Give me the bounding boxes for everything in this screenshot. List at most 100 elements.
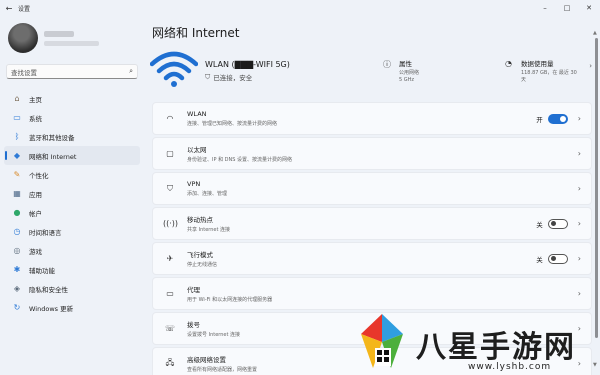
data-usage-icon: ◔ xyxy=(505,59,512,68)
row-subtitle: 身份验证、IP 和 DNS 设置、按流量计费的网络 xyxy=(187,157,293,163)
monitor-icon: ▭ xyxy=(13,112,21,122)
sidebar-item-7[interactable]: ◷ 时间和语言 xyxy=(4,222,140,241)
sidebar-item-0[interactable]: ⌂ 主页 xyxy=(4,89,140,108)
window-title: 设置 xyxy=(18,5,31,13)
row-title: VPN xyxy=(187,180,201,188)
settings-row-0[interactable]: ◠ WLAN 连接、管理已知网络、按流量计费的网络开 › xyxy=(152,102,592,135)
back-arrow-icon[interactable]: ← xyxy=(0,4,18,13)
hotspot-icon: ((·)) xyxy=(163,219,179,228)
sidebar-item-1[interactable]: ▭ 系统 xyxy=(4,108,140,127)
sidebar-item-label: 时间和语言 xyxy=(29,228,62,237)
advanced-network-icon: 🖧 xyxy=(165,357,175,367)
chevron-right-icon: › xyxy=(577,149,581,158)
search-placeholder: 查找设置 xyxy=(11,68,37,77)
row-title: 以太网 xyxy=(187,146,207,154)
sidebar-item-label: 游戏 xyxy=(29,247,42,256)
page-title: 网络和 Internet xyxy=(152,26,240,40)
toggle-label: 关 xyxy=(536,255,543,264)
gamepad-icon: ◎ xyxy=(13,245,21,255)
title-bar: ← 设置 xyxy=(0,0,600,16)
properties-network-type: 公用网络 xyxy=(399,70,420,76)
watermark-url: www.lyshb.com xyxy=(468,362,552,372)
brush-icon: ✎ xyxy=(13,169,21,179)
sidebar-item-label: Windows 更新 xyxy=(29,304,74,313)
user-profile[interactable] xyxy=(8,23,99,53)
shield-icon: ◈ xyxy=(13,283,21,293)
scroll-thumb[interactable] xyxy=(595,38,598,338)
chevron-right-icon: › xyxy=(577,254,581,263)
sidebar-item-9[interactable]: ✱ 辅助功能 xyxy=(4,260,140,279)
watermark: 八星手游网 www.lyshb.com xyxy=(350,312,600,375)
row-title: 飞行模式 xyxy=(187,251,213,259)
toggle-switch[interactable] xyxy=(547,113,568,124)
network-status-text: 已连接，安全 xyxy=(213,74,253,82)
sidebar-nav: ⌂ 主页 ▭ 系统 ᛒ 蓝牙和其他设备 ◆ 网络和 Internet ✎ 个性化 ▦ 应用 ● 帐户 ◷ 时间… xyxy=(4,89,140,317)
sidebar-item-4[interactable]: ✎ 个性化 xyxy=(4,165,140,184)
row-subtitle: 添加、连接、管理 xyxy=(187,191,228,197)
profile-name-redacted xyxy=(44,30,74,37)
network-status: ⛉ 已连接，安全 xyxy=(205,72,253,83)
properties-card[interactable]: ⓘ 属性 公用网络 5 GHz xyxy=(383,58,419,84)
close-button[interactable]: ✕ xyxy=(578,0,600,16)
sidebar-item-label: 网络和 Internet xyxy=(29,152,77,161)
row-controls: › xyxy=(578,138,581,169)
settings-row-2[interactable]: ⛉ VPN 添加、连接、管理 › xyxy=(152,172,592,205)
globe-clock-icon: ◷ xyxy=(13,226,21,236)
data-usage-card[interactable]: ◔ 数据使用量 118.87 GB，在 最近 30 天 › xyxy=(505,58,592,84)
avatar xyxy=(8,23,38,53)
home-icon: ⌂ xyxy=(14,93,20,103)
row-text: VPN 添加、连接、管理 xyxy=(187,180,227,197)
sidebar-item-8[interactable]: ◎ 游戏 xyxy=(4,241,140,260)
dialup-icon: ☏ xyxy=(164,324,175,333)
row-title: 拨号 xyxy=(187,321,200,329)
sidebar-item-10[interactable]: ◈ 隐私和安全性 xyxy=(4,279,140,298)
apps-icon: ▦ xyxy=(13,188,21,198)
row-text: 飞行模式停止无线通信 xyxy=(187,249,217,268)
settings-row-5[interactable]: ▭ 代理 用于 Wi-Fi 和以太网连接的代理服务器 › xyxy=(152,277,592,310)
sidebar-item-label: 帐户 xyxy=(29,209,42,218)
network-name: WLAN (▇▇▇-WIFI 5G) xyxy=(205,60,290,69)
network-hero: WLAN (▇▇▇-WIFI 5G) ⛉ 已连接，安全 ⓘ 属性 公用网络 5 … xyxy=(150,50,592,90)
search-icon: ⌕ xyxy=(129,67,133,75)
chevron-right-icon: › xyxy=(577,114,581,123)
toggle-switch[interactable] xyxy=(547,253,568,264)
maximize-button[interactable]: □ xyxy=(556,0,578,16)
sidebar-item-2[interactable]: ᛒ 蓝牙和其他设备 xyxy=(4,127,140,146)
row-controls: 开 › xyxy=(536,103,581,134)
proxy-icon: ▭ xyxy=(166,289,174,298)
row-title: 代理 xyxy=(187,286,200,294)
row-text: 代理 用于 Wi-Fi 和以太网连接的代理服务器 xyxy=(187,284,272,303)
toggle-switch[interactable] xyxy=(547,218,568,229)
row-subtitle: 停止无线通信 xyxy=(187,262,218,268)
row-controls: 关 › xyxy=(536,243,581,274)
row-subtitle: 查看所有网络适配器，网络重置 xyxy=(187,367,258,373)
settings-row-1[interactable]: ▢ 以太网 身份验证、IP 和 DNS 设置、按流量计费的网络 › xyxy=(152,137,592,170)
sidebar-item-label: 应用 xyxy=(29,190,42,199)
row-title: 移动热点 xyxy=(187,216,213,224)
profile-email-redacted xyxy=(44,40,99,46)
sidebar-item-5[interactable]: ▦ 应用 xyxy=(4,184,140,203)
row-text: WLAN 连接、管理已知网络、按流量计费的网络 xyxy=(187,110,277,127)
sidebar: 查找设置 ⌕ ⌂ 主页 ▭ 系统 ᛒ 蓝牙和其他设备 ◆ 网络和 Internet ✎ 个性化 ▦ 应… xyxy=(0,16,145,375)
row-text: 高级网络设置 查看所有网络适配器，网络重置 xyxy=(187,354,257,373)
properties-band: 5 GHz xyxy=(399,77,415,83)
row-subtitle: 设置拨号 Internet 连接 xyxy=(187,332,241,338)
chevron-right-icon: › xyxy=(577,219,581,228)
airplane-icon: ✈ xyxy=(166,254,174,263)
settings-row-4[interactable]: ✈ 飞行模式 停止无线通信关 › xyxy=(152,242,592,275)
scroll-up-icon[interactable]: ▲ xyxy=(593,30,597,36)
sidebar-item-3[interactable]: ◆ 网络和 Internet xyxy=(4,146,140,165)
search-input[interactable]: 查找设置 ⌕ xyxy=(6,64,138,79)
shield-check-icon: ⛉ xyxy=(205,72,211,81)
data-usage-title: 数据使用量 xyxy=(520,60,554,68)
sidebar-item-label: 蓝牙和其他设备 xyxy=(29,133,75,142)
settings-row-3[interactable]: ((·)) 移动热点 共享 Internet 连接关 › xyxy=(152,207,592,240)
sidebar-item-11[interactable]: ↻ Windows 更新 xyxy=(4,298,140,317)
minimize-button[interactable]: – xyxy=(534,0,556,16)
row-controls: › xyxy=(578,173,581,204)
account-icon: ● xyxy=(13,207,21,217)
toggle-label: 开 xyxy=(536,115,543,124)
sidebar-item-label: 隐私和安全性 xyxy=(29,285,68,294)
sidebar-item-6[interactable]: ● 帐户 xyxy=(4,203,140,222)
watermark-logo-icon xyxy=(361,314,403,368)
